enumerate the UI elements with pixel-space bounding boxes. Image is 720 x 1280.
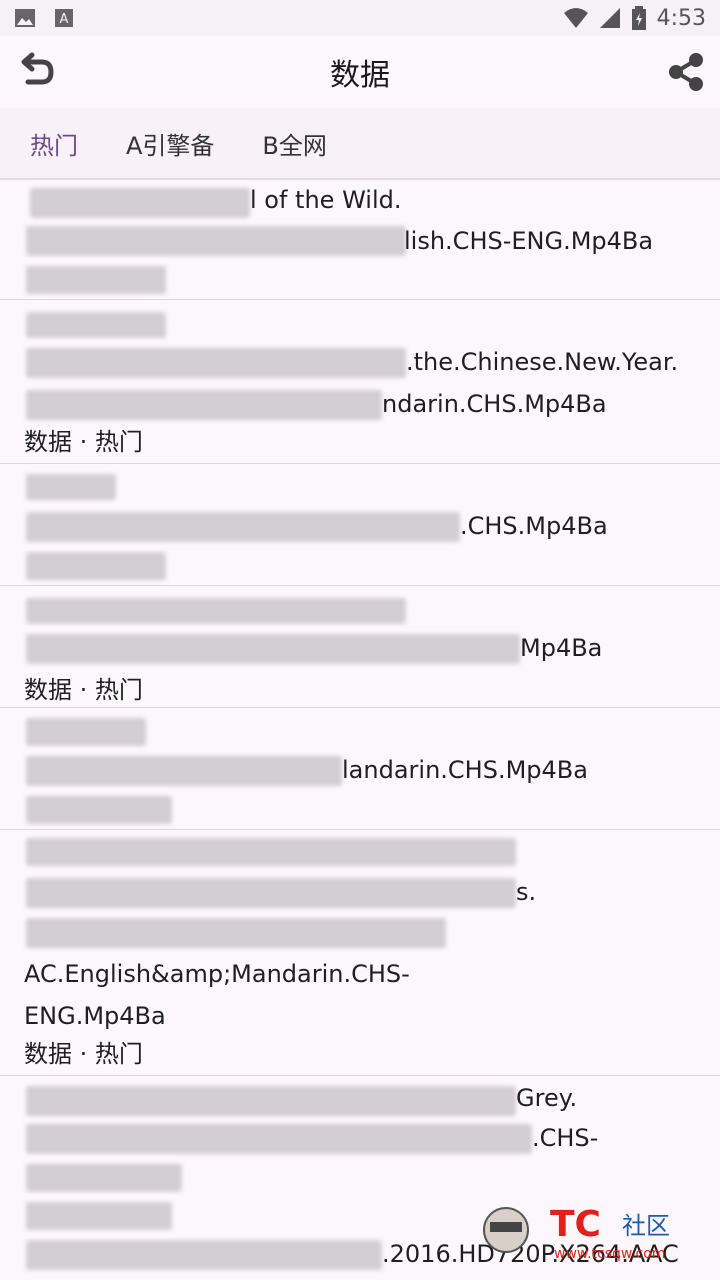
redacted-text — [26, 512, 460, 542]
redacted-text — [26, 1124, 532, 1154]
redacted-text — [26, 718, 146, 746]
item-text: landarin.CHS.Mp4Ba — [342, 756, 588, 784]
status-time: 4:53 — [656, 5, 706, 31]
item-meta: 数据 · 热门 — [24, 428, 143, 456]
item-text: l of the Wild. — [250, 186, 402, 214]
app-bar: 数据 — [0, 36, 720, 108]
redacted-text — [26, 1202, 172, 1230]
redacted-text — [26, 474, 116, 500]
back-icon[interactable] — [16, 52, 56, 92]
item-meta: 数据 · 热门 — [24, 676, 143, 704]
redacted-text — [26, 226, 406, 256]
redacted-text — [26, 1086, 516, 1116]
redacted-text — [26, 878, 516, 908]
item-text: .CHS- — [532, 1124, 599, 1152]
share-icon[interactable] — [666, 52, 706, 92]
item-text: .CHS.Mp4Ba — [460, 512, 608, 540]
watermark-label: 社区 — [622, 1212, 670, 1240]
list-item[interactable]: .CHS.Mp4Ba — [0, 464, 720, 586]
redacted-text — [26, 552, 166, 580]
watermark-logo: TC 社区 www.tcsqw.com — [472, 1196, 702, 1266]
redacted-text — [26, 1240, 382, 1270]
status-bar: A 4:53 — [0, 0, 720, 36]
list-item[interactable]: Mp4Ba 数据 · 热门 — [0, 586, 720, 708]
item-text: s. — [516, 878, 537, 906]
redacted-text — [26, 756, 342, 786]
redacted-text — [26, 918, 446, 948]
page-title: 数据 — [330, 58, 390, 93]
redacted-text — [26, 634, 520, 664]
item-text: .the.Chinese.New.Year. — [406, 348, 679, 376]
signal-icon — [599, 8, 620, 28]
item-text: AC.English&amp;Mandarin.CHS- — [24, 960, 410, 988]
item-text: Mp4Ba — [520, 634, 603, 662]
redacted-text — [26, 348, 406, 378]
item-text: Grey. — [516, 1084, 578, 1112]
item-meta: 数据 · 热门 — [24, 1040, 143, 1068]
image-notification-icon — [15, 9, 35, 27]
list-item[interactable]: landarin.CHS.Mp4Ba — [0, 708, 720, 830]
redacted-text — [26, 1164, 182, 1192]
tab-hot[interactable]: 热门 — [30, 126, 78, 161]
redacted-text — [26, 838, 516, 866]
redacted-text — [26, 796, 172, 824]
svg-text:A: A — [60, 12, 69, 27]
tab-engine-a[interactable]: A引擎备 — [126, 126, 214, 161]
redacted-text — [26, 598, 406, 624]
redacted-text — [26, 312, 166, 338]
list-item[interactable]: .the.Chinese.New.Year. ndarin.CHS.Mp4Ba … — [0, 300, 720, 464]
tab-all-web[interactable]: B全网 — [262, 126, 326, 161]
battery-icon — [631, 6, 646, 30]
wifi-icon — [563, 8, 588, 28]
list-item[interactable]: s. AC.English&amp;Mandarin.CHS- ENG.Mp4B… — [0, 830, 720, 1076]
redacted-text — [26, 390, 382, 420]
item-text: ndarin.CHS.Mp4Ba — [382, 390, 607, 418]
text-notification-icon: A — [55, 9, 73, 27]
redacted-text — [26, 266, 166, 294]
watermark-site: www.tcsqw.com — [554, 1246, 665, 1262]
watermark-brand: TC — [550, 1204, 601, 1245]
redacted-text — [30, 188, 250, 218]
tab-bar: 热门 A引擎备 B全网 — [0, 108, 720, 180]
item-text: lish.CHS-ENG.Mp4Ba — [404, 227, 654, 255]
item-text: ENG.Mp4Ba — [24, 1002, 166, 1030]
list-item[interactable]: l of the Wild. lish.CHS-ENG.Mp4Ba — [0, 180, 720, 300]
result-list: l of the Wild. lish.CHS-ENG.Mp4Ba .the.C… — [0, 180, 720, 1280]
